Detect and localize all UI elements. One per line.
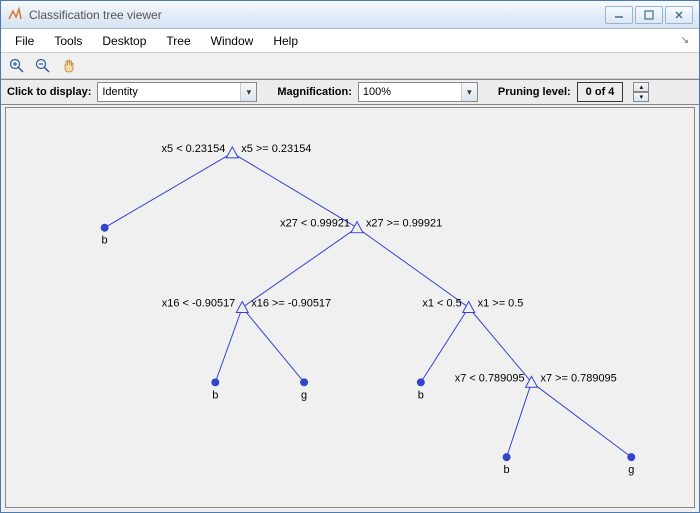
leaf-node-2[interactable] — [212, 379, 219, 386]
pruning-up-button[interactable]: ▴ — [633, 82, 649, 92]
pruning-value: 0 of 4 — [586, 86, 615, 98]
magnification-label: Magnification: — [277, 86, 352, 98]
minimize-button[interactable] — [605, 6, 633, 24]
edge — [507, 382, 532, 457]
menu-window[interactable]: Window — [201, 31, 264, 51]
leaf-label-1: b — [102, 235, 108, 247]
edge — [532, 382, 632, 457]
leaf-label-6: g — [628, 464, 634, 476]
edge — [105, 153, 233, 228]
pruning-down-button[interactable]: ▾ — [633, 92, 649, 102]
display-dropdown[interactable]: Identity ▾ — [97, 82, 257, 102]
maximize-button[interactable] — [635, 6, 663, 24]
split-label-4-left: x1 < 0.5 — [422, 298, 461, 310]
edge — [469, 308, 532, 383]
split-label-3-right: x16 >= -0.90517 — [251, 298, 331, 310]
chevron-down-icon: ▾ — [240, 83, 256, 101]
tree-canvas[interactable]: x5 < 0.23154 x5 >= 0.23154 x27 < 0.99921… — [5, 107, 695, 508]
dock-icon[interactable]: ↘ — [681, 35, 689, 46]
menu-desktop[interactable]: Desktop — [92, 31, 156, 51]
edge — [357, 228, 469, 308]
leaf-label-5: b — [504, 464, 510, 476]
edge — [242, 228, 357, 308]
menu-tools[interactable]: Tools — [44, 31, 92, 51]
pruning-value-box: 0 of 4 — [577, 82, 624, 102]
leaf-label-2: b — [212, 389, 218, 401]
split-node-3[interactable] — [236, 302, 248, 313]
split-node-2[interactable] — [351, 222, 363, 233]
zoom-out-icon[interactable] — [33, 56, 53, 76]
titlebar: Classification tree viewer — [1, 1, 699, 29]
pruning-label: Pruning level: — [498, 86, 571, 98]
toolbar — [1, 53, 699, 79]
split-label-2-left: x27 < 0.99921 — [280, 218, 350, 230]
leaf-node-5[interactable] — [503, 454, 510, 461]
menu-tree[interactable]: Tree — [156, 31, 200, 51]
edge — [232, 153, 357, 228]
leaf-label-3: g — [301, 389, 307, 401]
split-node-1[interactable] — [226, 147, 238, 158]
menubar: File Tools Desktop Tree Window Help ↘ — [1, 29, 699, 53]
split-label-1-right: x5 >= 0.23154 — [241, 143, 311, 155]
leaf-node-6[interactable] — [628, 454, 635, 461]
split-label-5-right: x7 >= 0.789095 — [541, 372, 617, 384]
display-label: Click to display: — [7, 86, 91, 98]
controlbar: Click to display: Identity ▾ Magnificati… — [1, 79, 699, 105]
split-label-3-left: x16 < -0.90517 — [162, 298, 236, 310]
menu-file[interactable]: File — [5, 31, 44, 51]
magnification-dropdown[interactable]: 100% ▾ — [358, 82, 478, 102]
leaf-node-1[interactable] — [101, 224, 108, 231]
split-label-2-right: x27 >= 0.99921 — [366, 218, 442, 230]
app-window: Classification tree viewer File Tools De… — [0, 0, 700, 513]
close-button[interactable] — [665, 6, 693, 24]
split-node-4[interactable] — [463, 302, 475, 313]
edge — [242, 308, 304, 383]
tree-svg: x5 < 0.23154 x5 >= 0.23154 x27 < 0.99921… — [6, 108, 694, 507]
window-controls — [605, 6, 693, 24]
split-label-4-right: x1 >= 0.5 — [478, 298, 524, 310]
display-value: Identity — [102, 86, 236, 98]
edge — [421, 308, 469, 383]
leaf-node-4[interactable] — [417, 379, 424, 386]
window-title: Classification tree viewer — [29, 8, 605, 22]
edge — [215, 308, 242, 383]
pan-icon[interactable] — [59, 56, 79, 76]
matlab-icon — [7, 7, 23, 23]
split-label-1-left: x5 < 0.23154 — [162, 143, 226, 155]
split-label-5-left: x7 < 0.789095 — [455, 372, 525, 384]
leaf-label-4: b — [418, 389, 424, 401]
zoom-in-icon[interactable] — [7, 56, 27, 76]
leaf-node-3[interactable] — [301, 379, 308, 386]
menu-help[interactable]: Help — [263, 31, 308, 51]
magnification-value: 100% — [363, 86, 457, 98]
pruning-spinner: ▴ ▾ — [633, 82, 649, 102]
chevron-down-icon: ▾ — [461, 83, 477, 101]
